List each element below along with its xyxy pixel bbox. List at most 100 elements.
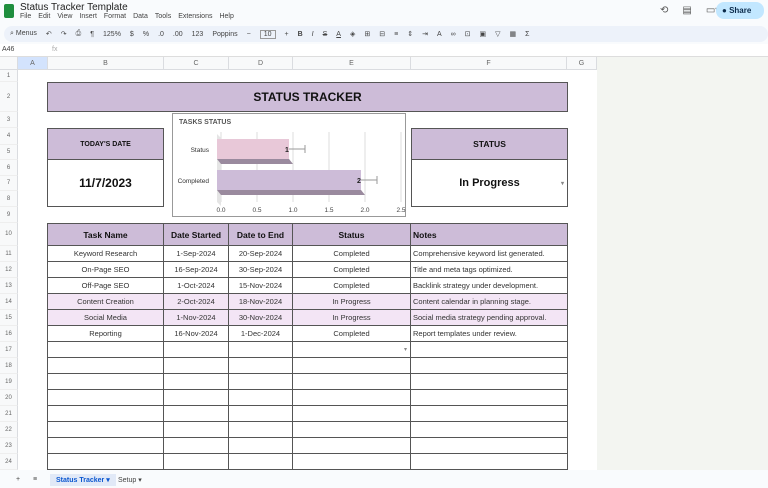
status-label[interactable]: STATUS: [411, 128, 568, 160]
status-cell[interactable]: Completed: [293, 246, 411, 262]
menu-tools[interactable]: Tools: [155, 13, 171, 20]
row-header-13[interactable]: 13: [0, 278, 18, 294]
name-box[interactable]: A46: [2, 46, 14, 53]
date-started-cell[interactable]: 1-Sep-2024: [164, 246, 229, 262]
row-header-22[interactable]: 22: [0, 422, 18, 438]
notes-cell[interactable]: Backlink strategy under development.: [411, 278, 568, 294]
task-name-cell[interactable]: On-Page SEO: [47, 262, 164, 278]
notes-cell[interactable]: [411, 390, 568, 406]
valign-icon[interactable]: ⇕: [407, 30, 413, 38]
filter-views-icon[interactable]: ▦: [510, 30, 517, 38]
row-header-9[interactable]: 9: [0, 207, 18, 223]
date-end-cell[interactable]: 15-Nov-2024: [229, 278, 293, 294]
row-header-8[interactable]: 8: [0, 191, 18, 207]
task-name-cell[interactable]: [47, 390, 164, 406]
text-color-icon[interactable]: A: [336, 31, 341, 38]
date-started-cell[interactable]: [164, 422, 229, 438]
date-started-cell[interactable]: [164, 358, 229, 374]
row-header-20[interactable]: 20: [0, 390, 18, 406]
chevron-down-icon[interactable]: ▾: [561, 180, 564, 187]
filter-icon[interactable]: ▽: [495, 30, 500, 38]
notes-cell[interactable]: [411, 454, 568, 470]
font-size-decrease-icon[interactable]: −: [247, 31, 251, 38]
link-icon[interactable]: ∞: [451, 31, 456, 38]
row-header-2[interactable]: 2: [0, 82, 18, 112]
zoom-select[interactable]: 125%: [103, 31, 121, 38]
row-header-24[interactable]: 24: [0, 454, 18, 470]
percent-button[interactable]: %: [143, 31, 149, 38]
share-button[interactable]: ● Share: [716, 2, 764, 19]
status-cell[interactable]: Completed: [293, 278, 411, 294]
date-started-cell[interactable]: 1-Nov-2024: [164, 310, 229, 326]
print-icon[interactable]: ⎙: [76, 30, 82, 38]
more-formats-button[interactable]: 123: [192, 31, 204, 38]
status-cell[interactable]: [293, 454, 411, 470]
status-cell[interactable]: [293, 374, 411, 390]
status-cell[interactable]: [293, 390, 411, 406]
row-header-15[interactable]: 15: [0, 310, 18, 326]
task-name-cell[interactable]: [47, 422, 164, 438]
borders-icon[interactable]: ⊞: [364, 30, 370, 38]
date-started-cell[interactable]: [164, 390, 229, 406]
comment-icon[interactable]: ▤: [682, 5, 691, 16]
task-name-cell[interactable]: [47, 438, 164, 454]
sheet-tab-setup[interactable]: Setup ▾: [118, 476, 142, 484]
row-header-18[interactable]: 18: [0, 358, 18, 374]
date-started-cell[interactable]: 16-Nov-2024: [164, 326, 229, 342]
font-select[interactable]: Poppins: [212, 31, 237, 38]
font-size-input[interactable]: 10: [259, 29, 276, 39]
table-header-date-started[interactable]: Date Started: [164, 223, 229, 246]
row-header-5[interactable]: 5: [0, 145, 18, 160]
all-sheets-icon[interactable]: ≡: [33, 476, 37, 483]
task-name-cell[interactable]: [47, 358, 164, 374]
status-cell[interactable]: [293, 438, 411, 454]
column-header-G[interactable]: G: [567, 57, 597, 70]
table-header-status[interactable]: Status: [293, 223, 411, 246]
status-cell[interactable]: Completed: [293, 326, 411, 342]
task-name-cell[interactable]: [47, 454, 164, 470]
date-end-cell[interactable]: 18-Nov-2024: [229, 294, 293, 310]
sheet-tab-status-tracker[interactable]: Status Tracker ▾: [50, 474, 116, 486]
status-cell[interactable]: ▾: [293, 342, 411, 358]
notes-cell[interactable]: [411, 422, 568, 438]
status-cell[interactable]: In Progress: [293, 310, 411, 326]
date-end-cell[interactable]: [229, 422, 293, 438]
menu-format[interactable]: Format: [104, 13, 126, 20]
decimal-increase-icon[interactable]: .00: [173, 31, 183, 38]
date-end-cell[interactable]: [229, 358, 293, 374]
today-value[interactable]: 11/7/2023: [47, 160, 164, 207]
menu-insert[interactable]: Insert: [79, 13, 97, 20]
currency-button[interactable]: $: [130, 31, 134, 38]
italic-icon[interactable]: I: [312, 31, 314, 38]
menu-file[interactable]: File: [20, 13, 31, 20]
notes-cell[interactable]: Report templates under review.: [411, 326, 568, 342]
font-size-increase-icon[interactable]: +: [285, 31, 289, 38]
status-cell[interactable]: In Progress: [293, 294, 411, 310]
notes-cell[interactable]: Content calendar in planning stage.: [411, 294, 568, 310]
notes-cell[interactable]: Comprehensive keyword list generated.: [411, 246, 568, 262]
menu-view[interactable]: View: [57, 13, 72, 20]
tracker-title[interactable]: STATUS TRACKER: [47, 82, 568, 112]
comment-add-icon[interactable]: ⊡: [465, 30, 471, 38]
date-started-cell[interactable]: [164, 454, 229, 470]
date-end-cell[interactable]: [229, 390, 293, 406]
menu-data[interactable]: Data: [133, 13, 148, 20]
column-header-F[interactable]: F: [411, 57, 567, 70]
date-end-cell[interactable]: [229, 438, 293, 454]
date-end-cell[interactable]: 20-Sep-2024: [229, 246, 293, 262]
notes-cell[interactable]: [411, 438, 568, 454]
decimal-decrease-icon[interactable]: .0: [158, 31, 164, 38]
row-header-17[interactable]: 17: [0, 342, 18, 358]
redo-icon[interactable]: ↷: [61, 30, 67, 38]
menu-extensions[interactable]: Extensions: [178, 13, 212, 20]
row-header-3[interactable]: 3: [0, 112, 18, 128]
row-header-23[interactable]: 23: [0, 438, 18, 454]
fill-color-icon[interactable]: ◈: [350, 30, 355, 38]
column-header-C[interactable]: C: [164, 57, 229, 70]
date-end-cell[interactable]: 30-Nov-2024: [229, 310, 293, 326]
document-title[interactable]: Status Tracker Template: [20, 2, 128, 13]
date-started-cell[interactable]: 1-Oct-2024: [164, 278, 229, 294]
row-header-7[interactable]: 7: [0, 176, 18, 191]
table-header-task-name[interactable]: Task Name: [47, 223, 164, 246]
task-name-cell[interactable]: [47, 406, 164, 422]
